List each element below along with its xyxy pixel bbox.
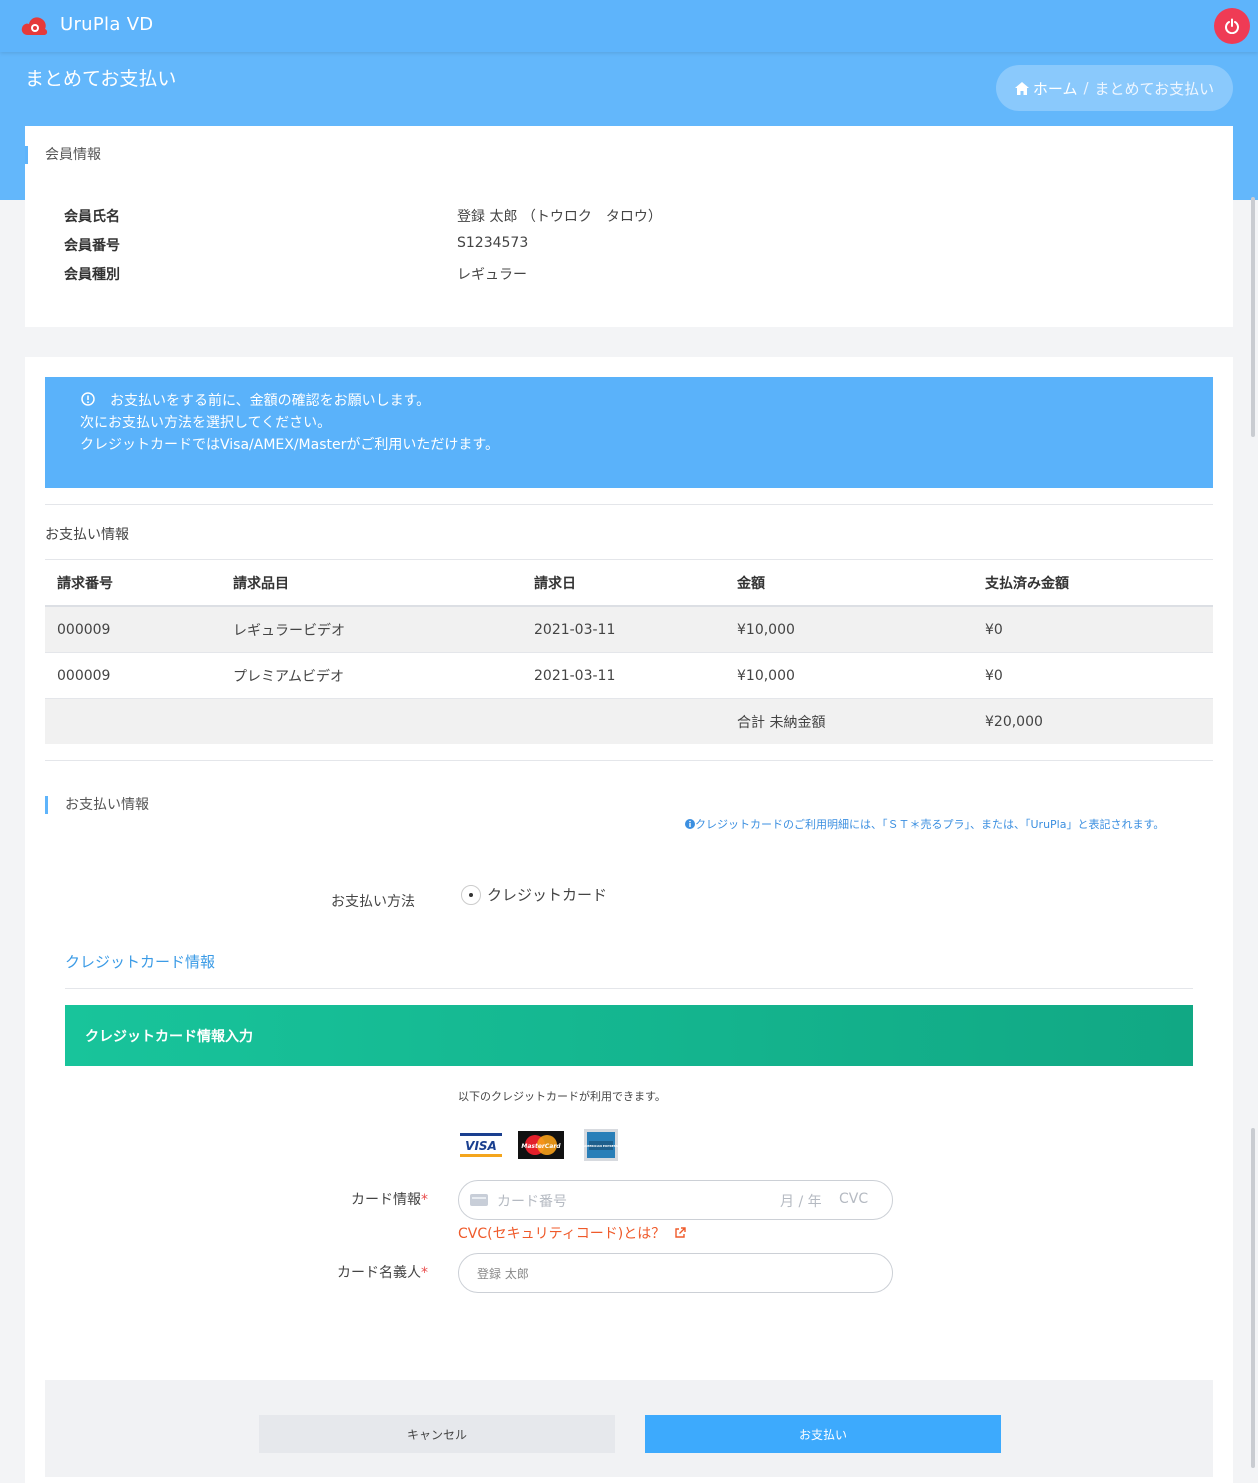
svg-text:AMERICAN EXPRESS: AMERICAN EXPRESS (584, 1144, 618, 1148)
logout-button[interactable] (1214, 8, 1250, 44)
alert-line: クレジットカードではVisa/AMEX/Masterがご利用いただけます。 (80, 437, 499, 453)
member-info-card: 会員情報 会員氏名 登録 太郎 （トウロク タロウ） 会員番号 S1234573… (25, 126, 1233, 327)
card-number-input[interactable]: カード番号 月 / 年 CVC (458, 1180, 893, 1220)
amex-logo-icon: AMERICAN EXPRESS (584, 1129, 618, 1161)
statement-note: クレジットカードのご利用明細には、「ＳＴ＊売るプラ」、または、「UruPla」と… (685, 816, 1164, 832)
total-row: 合計 未納金額 ¥20,000 (45, 698, 1213, 744)
banner-title: クレジットカード情報入力 (85, 1029, 253, 1045)
breadcrumb-current: まとめてお支払い (1094, 79, 1215, 98)
table-cell: ¥0 (973, 606, 1213, 653)
divider (65, 988, 1193, 989)
table-row: 000009 プレミアムビデオ 2021-03-11 ¥10,000 ¥0 (45, 652, 1213, 699)
table-cell: 000009 (45, 652, 221, 699)
brand-name: UruPla VD (60, 14, 154, 35)
payment-card: お支払いをする前に、金額の確認をお願いします。 次にお支払い方法を選択してくださ… (25, 357, 1233, 1483)
scrollbar-thumb[interactable] (1251, 197, 1255, 437)
cloud-logo-icon (21, 17, 48, 35)
table-header-row: 請求番号 請求品目 請求日 金額 支払済み金額 (45, 560, 1213, 607)
divider (45, 760, 1213, 761)
external-link-icon (674, 1227, 686, 1238)
info-icon (685, 819, 695, 829)
credit-card-input-banner: クレジットカード情報入力 (65, 1005, 1193, 1066)
expiry-placeholder: 月 / 年 (780, 1194, 822, 1210)
table-row: 000009 レギュラービデオ 2021-03-11 ¥10,000 ¥0 (45, 606, 1213, 653)
breadcrumb-home-link[interactable]: ホーム (1033, 78, 1078, 99)
alert-line: 次にお支払い方法を選択してください。 (80, 415, 332, 431)
breadcrumb-separator: / (1083, 79, 1089, 97)
card-info-label: カード情報* (351, 1192, 428, 1208)
member-section-title: 会員情報 (25, 146, 101, 164)
top-bar: UruPla VD (0, 0, 1258, 52)
member-label: 会員氏名 (64, 209, 120, 225)
statement-note-text: クレジットカードのご利用明細には、「ＳＴ＊売るプラ」、または、「UruPla」と… (695, 818, 1165, 831)
total-label: 合計 未納金額 (725, 698, 973, 744)
credit-card-info-link[interactable]: クレジットカード情報 (65, 951, 215, 972)
page-title: まとめてお支払い (25, 68, 177, 90)
payment-method-title: お支払い情報 (45, 796, 149, 814)
member-value: 登録 太郎 （トウロク タロウ） (457, 209, 662, 225)
column-header: 支払済み金額 (973, 560, 1213, 607)
table-cell: プレミアムビデオ (221, 652, 522, 699)
power-icon (1225, 18, 1239, 34)
available-cards-note: 以下のクレジットカードが利用できます。 (458, 1090, 666, 1103)
column-header: 請求日 (522, 560, 725, 607)
payment-info-title: お支払い情報 (45, 527, 129, 543)
member-label: 会員種別 (64, 267, 120, 283)
column-header: 金額 (725, 560, 973, 607)
table-cell: ¥10,000 (725, 652, 973, 699)
cancel-button[interactable]: キャンセル (259, 1415, 615, 1453)
pay-button[interactable]: お支払い (645, 1415, 1001, 1453)
card-number-placeholder: カード番号 (497, 1194, 567, 1210)
divider (45, 504, 1213, 505)
column-header: 請求品目 (221, 560, 522, 607)
credit-card-radio-label[interactable]: クレジットカード (487, 884, 607, 905)
table-cell: 000009 (45, 606, 221, 653)
card-holder-input[interactable]: 登録 太郎 (458, 1253, 893, 1293)
card-holder-label: カード名義人* (337, 1265, 428, 1281)
info-alert: お支払いをする前に、金額の確認をお願いします。 次にお支払い方法を選択してくださ… (45, 377, 1213, 488)
svg-text:MasterCard: MasterCard (521, 1143, 561, 1150)
cvc-help-link[interactable]: CVC(セキュリティコード)とは？ (458, 1223, 686, 1243)
table-cell: 2021-03-11 (522, 606, 725, 653)
credit-card-radio[interactable] (461, 885, 481, 905)
cvc-placeholder: CVC (839, 1191, 869, 1207)
credit-card-icon (470, 1194, 488, 1206)
visa-logo-icon: VISA (458, 1129, 504, 1161)
column-header: 請求番号 (45, 560, 221, 607)
alert-line: お支払いをする前に、金額の確認をお願いします。 (110, 393, 431, 409)
payment-table: 請求番号 請求品目 請求日 金額 支払済み金額 000009 レギュラービデオ … (45, 560, 1213, 744)
member-label: 会員番号 (64, 238, 120, 254)
action-bar: キャンセル お支払い (45, 1380, 1213, 1477)
member-value: S1234573 (457, 235, 529, 251)
payment-method-label: お支払い方法 (331, 894, 415, 910)
total-value: ¥20,000 (973, 698, 1213, 744)
card-holder-placeholder: 登録 太郎 (477, 1267, 529, 1281)
member-value: レギュラー (457, 267, 527, 283)
table-cell: レギュラービデオ (221, 606, 522, 653)
breadcrumb: ホーム / まとめてお支払い (996, 65, 1233, 111)
svg-text:VISA: VISA (465, 1139, 497, 1153)
scrollbar-thumb[interactable] (1251, 1128, 1255, 1468)
home-icon (1014, 81, 1029, 95)
table-cell: ¥0 (973, 652, 1213, 699)
table-cell: 2021-03-11 (522, 652, 725, 699)
table-cell: ¥10,000 (725, 606, 973, 653)
mastercard-logo-icon: MasterCard (518, 1131, 564, 1159)
